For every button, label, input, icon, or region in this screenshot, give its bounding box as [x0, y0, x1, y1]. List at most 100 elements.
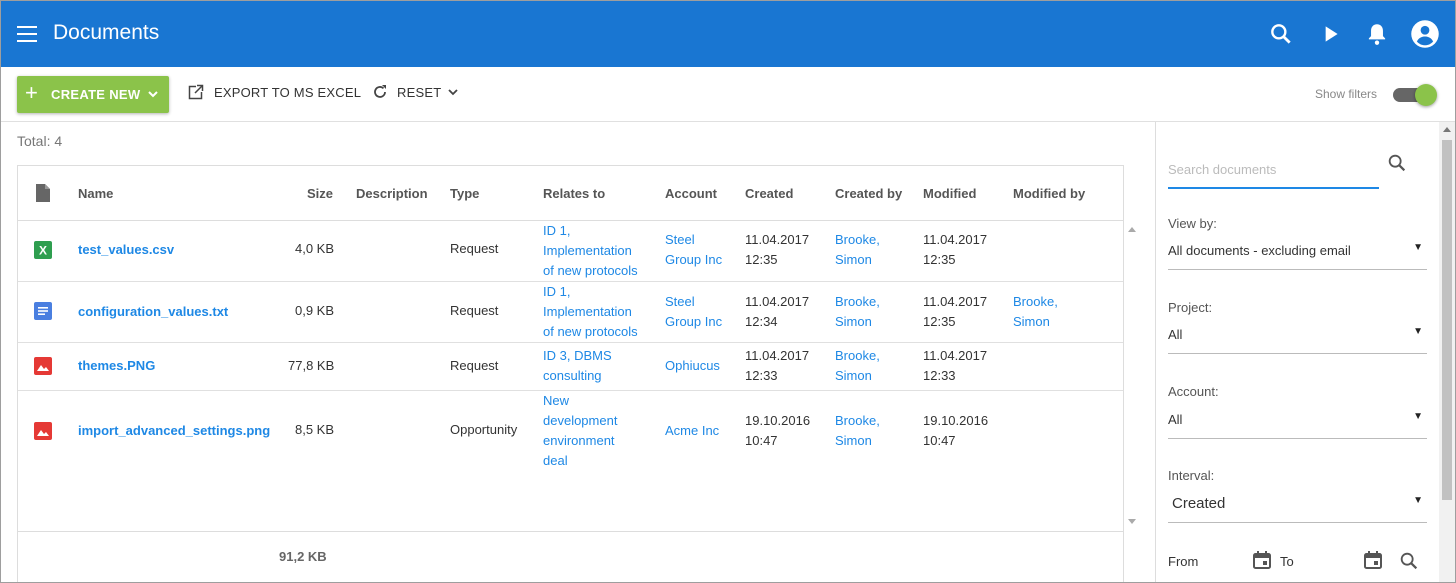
account-icon[interactable] — [1410, 19, 1440, 49]
toolbar: + CREATE NEW EXPORT TO MS EXCEL RESET Sh… — [1, 67, 1455, 122]
file-column-icon — [36, 184, 50, 205]
table-row[interactable]: X test_values.csv 4,0 KB Request ID 1, Im… — [18, 221, 1123, 282]
app-window: Documents + CREATE NEW EXPORT TO MS EXCE… — [0, 0, 1456, 583]
column-header-type[interactable]: Type — [450, 186, 479, 201]
created-date: 11.04.2017 12:34 — [745, 294, 810, 329]
file-size: 0,9 KB — [295, 303, 335, 318]
file-size: 8,5 KB — [295, 422, 335, 437]
interval-label: Interval: — [1168, 468, 1215, 483]
chevron-down-icon — [448, 89, 458, 96]
create-new-label: CREATE NEW — [51, 87, 141, 102]
menu-icon[interactable] — [17, 26, 37, 42]
documents-table: Name Size Description Type Relates to Ac… — [17, 165, 1124, 582]
relates-to-link[interactable]: New development environment deal — [543, 391, 617, 471]
external-link-icon — [188, 84, 204, 100]
file-type: Request — [450, 303, 499, 318]
relates-to-link[interactable]: ID 1, Implementation of new protocols — [543, 221, 638, 281]
file-type: Request — [450, 241, 499, 256]
created-by-link[interactable]: Brooke, Simon — [835, 346, 880, 386]
column-header-name[interactable]: Name — [78, 186, 113, 201]
show-filters-label: Show filters — [1315, 87, 1378, 101]
dropdown-arrow-icon: ▼ — [1413, 242, 1423, 253]
created-by-link[interactable]: Brooke, Simon — [835, 411, 880, 451]
dropdown-arrow-icon: ▼ — [1413, 495, 1423, 506]
table-header: Name Size Description Type Relates to Ac… — [18, 166, 1123, 221]
table-row[interactable]: configuration_values.txt 0,9 KB Request … — [18, 282, 1123, 343]
created-by-link[interactable]: Brooke, Simon — [835, 230, 880, 270]
column-header-created-by[interactable]: Created by — [835, 186, 902, 201]
created-by-link[interactable]: Brooke, Simon — [835, 292, 880, 332]
refresh-icon — [374, 85, 386, 98]
modified-by-link[interactable]: Brooke, Simon — [1013, 292, 1058, 332]
table-row[interactable]: themes.PNG 77,8 KB Request ID 3, DBMS con… — [18, 343, 1123, 391]
image-file-icon — [34, 357, 52, 375]
show-filters-toggle[interactable] — [1391, 84, 1439, 106]
modified-date: 19.10.2016 10:47 — [923, 413, 989, 448]
project-select[interactable]: All ▼ — [1168, 320, 1427, 354]
app-bar: Documents — [1, 1, 1455, 67]
search-icon[interactable] — [1386, 152, 1408, 174]
page-title: Documents — [53, 21, 160, 44]
view-by-select[interactable]: All documents - excluding email ▼ — [1168, 236, 1427, 270]
from-label: From — [1168, 554, 1199, 569]
column-header-modified-by[interactable]: Modified by — [1013, 186, 1085, 201]
column-header-account[interactable]: Account — [665, 186, 717, 201]
to-calendar-icon[interactable] — [1363, 550, 1383, 575]
file-size: 77,8 KB — [288, 358, 335, 373]
file-name-link[interactable]: import_advanced_settings.png — [78, 421, 270, 441]
page-scrollbar[interactable] — [1439, 122, 1455, 582]
column-header-size[interactable]: Size — [307, 186, 333, 201]
bell-icon[interactable] — [1364, 21, 1390, 47]
search-icon[interactable] — [1268, 21, 1294, 47]
text-file-icon — [34, 302, 52, 320]
chevron-down-icon — [147, 88, 159, 103]
table-scrollbar[interactable] — [1124, 221, 1140, 531]
account-link[interactable]: Steel Group Inc — [665, 292, 722, 332]
column-header-relates-to[interactable]: Relates to — [543, 186, 605, 201]
account-link[interactable]: Steel Group Inc — [665, 230, 722, 270]
modified-date: 11.04.2017 12:35 — [923, 232, 988, 267]
total-count: Total: 4 — [17, 133, 63, 149]
column-header-modified[interactable]: Modified — [923, 186, 976, 201]
svg-text:X: X — [39, 244, 47, 258]
modified-date: 11.04.2017 12:35 — [923, 294, 988, 329]
interval-select[interactable]: Created ▼ — [1168, 489, 1427, 523]
filter-panel: View by: All documents - excluding email… — [1155, 122, 1455, 582]
create-new-button[interactable]: + CREATE NEW — [17, 76, 169, 113]
export-excel-label: EXPORT TO MS EXCEL — [214, 85, 362, 100]
from-calendar-icon[interactable] — [1252, 550, 1272, 575]
file-type: Request — [450, 358, 499, 373]
table-row[interactable]: import_advanced_settings.png 8,5 KB Oppo… — [18, 391, 1123, 477]
account-link[interactable]: Ophiucus — [665, 356, 720, 376]
file-name-link[interactable]: themes.PNG — [78, 356, 155, 376]
dropdown-arrow-icon: ▼ — [1413, 411, 1423, 422]
dropdown-arrow-icon: ▼ — [1413, 326, 1423, 337]
size-total: 91,2 KB — [279, 549, 327, 564]
reset-label: RESET — [397, 85, 442, 100]
column-header-description[interactable]: Description — [356, 186, 428, 201]
project-label: Project: — [1168, 300, 1213, 315]
plus-icon: + — [25, 80, 39, 105]
created-date: 11.04.2017 12:33 — [745, 348, 810, 383]
to-label: To — [1280, 554, 1294, 569]
file-type: Opportunity — [450, 422, 518, 437]
created-date: 11.04.2017 12:35 — [745, 232, 810, 267]
account-select[interactable]: All ▼ — [1168, 405, 1427, 439]
image-file-icon — [34, 422, 52, 440]
view-by-label: View by: — [1168, 216, 1217, 231]
file-size: 4,0 KB — [295, 241, 335, 256]
modified-date: 11.04.2017 12:33 — [923, 348, 988, 383]
file-name-link[interactable]: configuration_values.txt — [78, 302, 228, 322]
play-icon[interactable] — [1317, 21, 1343, 47]
account-link[interactable]: Acme Inc — [665, 421, 719, 441]
relates-to-link[interactable]: ID 1, Implementation of new protocols — [543, 282, 638, 342]
column-header-created[interactable]: Created — [745, 186, 793, 201]
search-documents-input[interactable] — [1168, 152, 1379, 189]
date-search-icon[interactable] — [1398, 550, 1420, 577]
account-label: Account: — [1168, 384, 1219, 399]
created-date: 19.10.2016 10:47 — [745, 413, 811, 448]
relates-to-link[interactable]: ID 3, DBMS consulting — [543, 346, 612, 386]
excel-icon: X — [34, 241, 52, 259]
table-footer-divider — [17, 531, 1124, 532]
file-name-link[interactable]: test_values.csv — [78, 240, 174, 260]
